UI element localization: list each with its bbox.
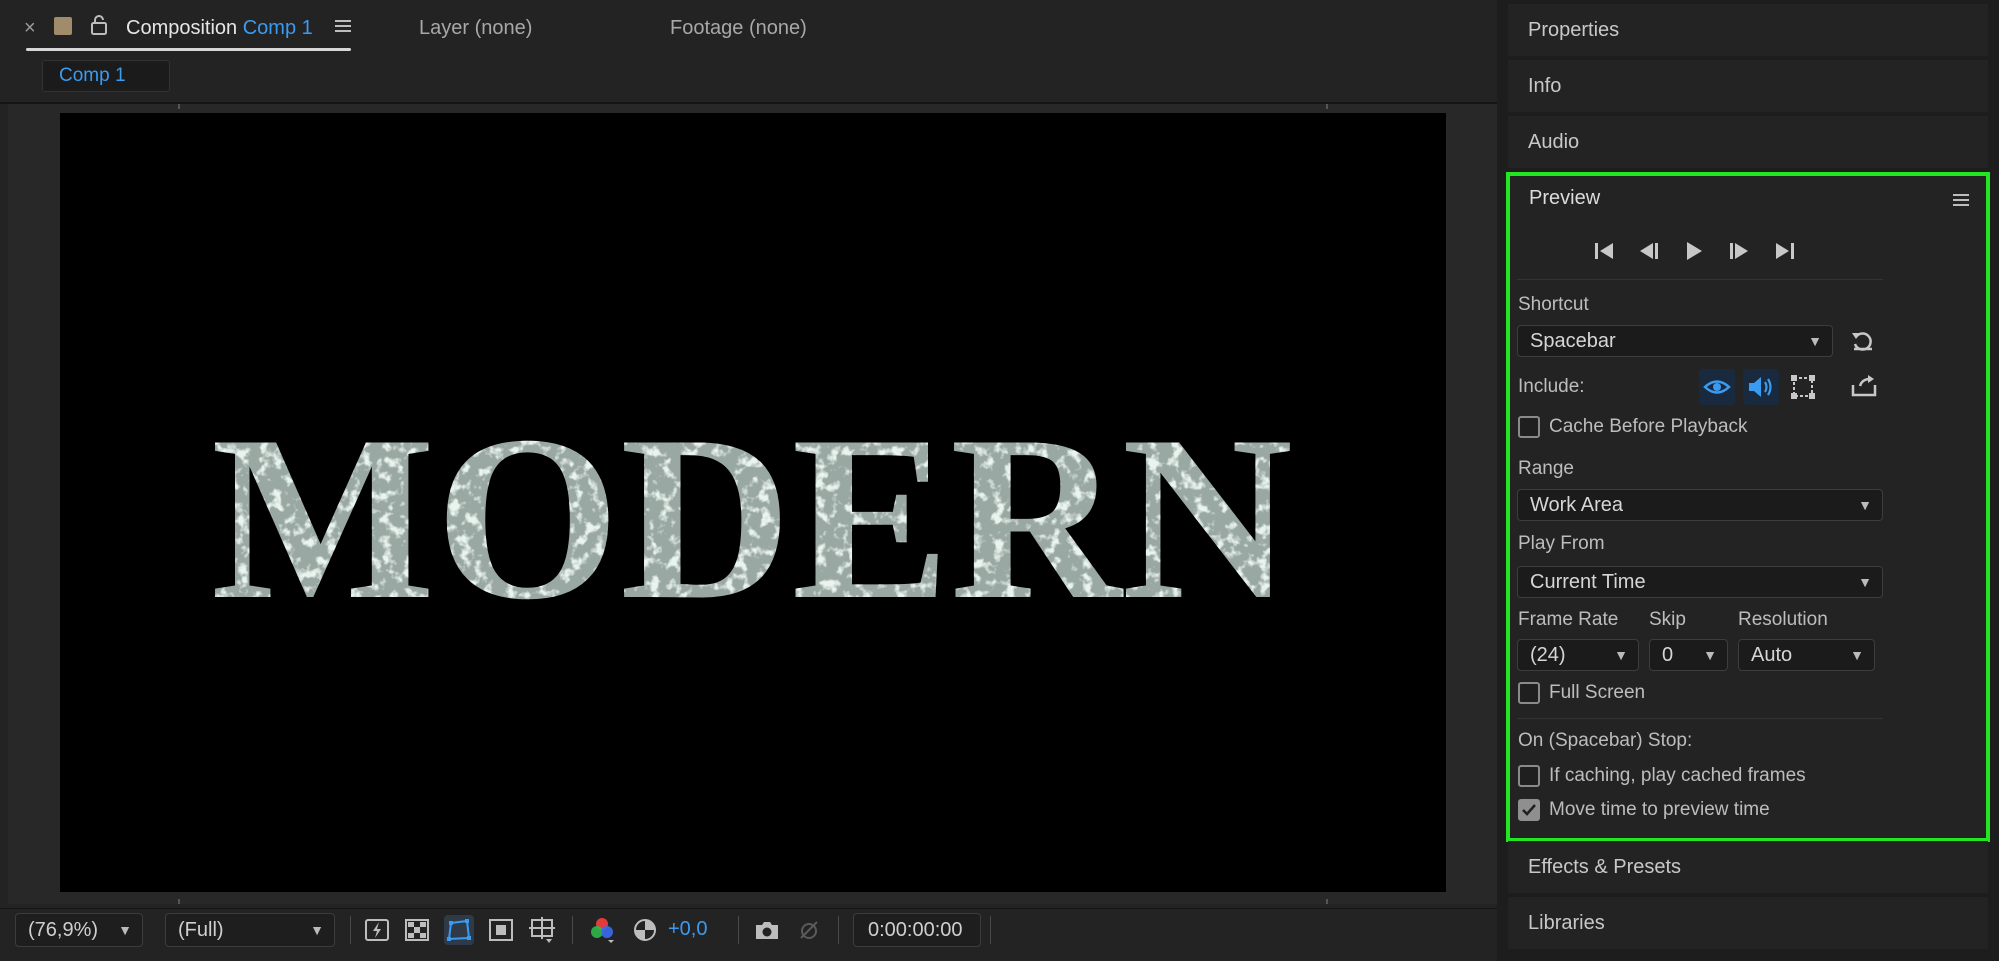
- chevron-down-icon: ▼: [1614, 647, 1628, 663]
- shortcut-dropdown[interactable]: Spacebar ▼: [1517, 325, 1833, 357]
- range-value: Work Area: [1530, 494, 1623, 516]
- tab-composition-name: Comp 1: [242, 17, 313, 39]
- timecode-value: 0:00:00:00: [868, 919, 963, 941]
- chevron-down-icon: ▼: [310, 922, 324, 938]
- if-caching-checkbox[interactable]: [1518, 765, 1540, 787]
- frame-rate-value: (24): [1530, 644, 1566, 666]
- transparency-grid-icon[interactable]: [402, 915, 432, 945]
- move-time-checkbox[interactable]: [1518, 799, 1540, 821]
- play-from-dropdown[interactable]: Current Time ▼: [1517, 566, 1883, 598]
- chevron-down-icon: ▼: [1808, 333, 1822, 349]
- resolution-dropdown[interactable]: (Full) ▼: [165, 913, 335, 947]
- effects-presets-panel-header[interactable]: Effects & Presets: [1508, 841, 1988, 893]
- properties-panel-header[interactable]: Properties: [1508, 4, 1988, 56]
- preview-divider: [1517, 279, 1883, 280]
- frame-rate-dropdown[interactable]: (24) ▼: [1517, 639, 1639, 671]
- resolution-label: Resolution: [1738, 609, 1828, 630]
- tab-footage[interactable]: Footage (none): [670, 17, 807, 40]
- chevron-down-icon: ▼: [1703, 647, 1717, 663]
- resolution-dropdown[interactable]: Auto ▼: [1738, 639, 1875, 671]
- first-frame-icon[interactable]: [1592, 239, 1616, 268]
- toolbar-divider: [838, 916, 839, 944]
- channel-rgb-icon[interactable]: [587, 915, 617, 945]
- close-tab-icon[interactable]: ×: [24, 17, 36, 40]
- if-caching-label: If caching, play cached frames: [1549, 765, 1806, 786]
- canvas-title-text: MODERN: [211, 388, 1293, 649]
- viewer-marker: [178, 104, 180, 109]
- subtab-comp-1[interactable]: Comp 1: [42, 60, 170, 92]
- chevron-down-icon: ▼: [1858, 497, 1872, 513]
- reset-shortcut-icon[interactable]: [1850, 329, 1876, 358]
- composition-color-icon: [54, 17, 72, 35]
- preview-resolution-value: Auto: [1751, 644, 1793, 666]
- composition-canvas[interactable]: MODERN: [60, 113, 1446, 892]
- lock-icon[interactable]: [90, 14, 108, 41]
- show-snapshot-icon[interactable]: [794, 915, 824, 945]
- toolbar-divider: [990, 916, 991, 944]
- toolbar-divider: [572, 916, 573, 944]
- move-time-label: Move time to preview time: [1549, 799, 1770, 820]
- skip-dropdown[interactable]: 0 ▼: [1649, 639, 1728, 671]
- toolbar-divider: [350, 916, 351, 944]
- region-of-interest-icon[interactable]: [486, 915, 516, 945]
- play-from-value: Current Time: [1530, 571, 1646, 593]
- viewer-marker: [178, 899, 180, 904]
- shortcut-value: Spacebar: [1530, 330, 1616, 352]
- current-time-display[interactable]: 0:00:00:00: [853, 913, 981, 947]
- full-screen-label: Full Screen: [1549, 682, 1646, 703]
- frame-rate-label: Frame Rate: [1518, 609, 1619, 630]
- cache-before-playback-checkbox[interactable]: [1518, 416, 1540, 438]
- tab-menu-icon[interactable]: [334, 18, 352, 39]
- play-icon[interactable]: [1682, 239, 1706, 268]
- mask-visibility-icon[interactable]: [444, 915, 474, 945]
- libraries-panel-header[interactable]: Libraries: [1508, 897, 1988, 949]
- zoom-value: (76,9%): [28, 919, 99, 941]
- tab-composition[interactable]: Composition Comp 1: [126, 17, 313, 40]
- skip-value: 0: [1662, 644, 1674, 666]
- composition-subtab-row: [0, 56, 1497, 104]
- range-label: Range: [1518, 458, 1574, 479]
- panel-menu-icon[interactable]: [1952, 192, 1970, 213]
- chevron-down-icon: ▼: [118, 922, 132, 938]
- cache-before-playback-label: Cache Before Playback: [1549, 416, 1748, 437]
- tab-layer[interactable]: Layer (none): [419, 17, 532, 40]
- snapshot-camera-icon[interactable]: [752, 915, 782, 945]
- toolbar-divider: [738, 916, 739, 944]
- play-from-label: Play From: [1518, 533, 1605, 554]
- include-video-eye-icon[interactable]: [1699, 369, 1735, 405]
- audio-panel-header[interactable]: Audio: [1508, 116, 1988, 168]
- shortcut-label: Shortcut: [1518, 294, 1589, 315]
- next-frame-icon[interactable]: [1727, 239, 1751, 268]
- include-label: Include:: [1518, 376, 1585, 397]
- include-output-icon[interactable]: [1850, 373, 1878, 404]
- viewer-marker: [1326, 104, 1328, 109]
- skip-label: Skip: [1649, 609, 1686, 630]
- viewer-marker: [1326, 899, 1328, 904]
- include-audio-speaker-icon[interactable]: [1743, 369, 1779, 405]
- info-panel-header[interactable]: Info: [1508, 60, 1988, 112]
- last-frame-icon[interactable]: [1773, 239, 1797, 268]
- preview-divider: [1517, 718, 1883, 719]
- resolution-value: (Full): [178, 919, 224, 941]
- grid-guides-icon[interactable]: [527, 915, 557, 945]
- active-tab-indicator: [26, 48, 351, 51]
- range-dropdown[interactable]: Work Area ▼: [1517, 489, 1883, 521]
- preview-panel-title: Preview: [1529, 187, 1601, 209]
- full-screen-checkbox[interactable]: [1518, 682, 1540, 704]
- chevron-down-icon: ▼: [1850, 647, 1864, 663]
- checkmark-icon: [1522, 804, 1536, 816]
- zoom-dropdown[interactable]: (76,9%) ▼: [15, 913, 143, 947]
- on-stop-label: On (Spacebar) Stop:: [1518, 730, 1693, 751]
- fast-previews-icon[interactable]: [362, 915, 392, 945]
- previous-frame-icon[interactable]: [1637, 239, 1661, 268]
- exposure-value[interactable]: +0,0: [668, 918, 707, 941]
- chevron-down-icon: ▼: [1858, 574, 1872, 590]
- canvas-text-layer[interactable]: MODERN: [60, 113, 1446, 892]
- reset-exposure-icon[interactable]: [630, 915, 660, 945]
- tab-composition-prefix: Composition: [126, 17, 238, 39]
- include-overlays-icon[interactable]: [1789, 373, 1817, 406]
